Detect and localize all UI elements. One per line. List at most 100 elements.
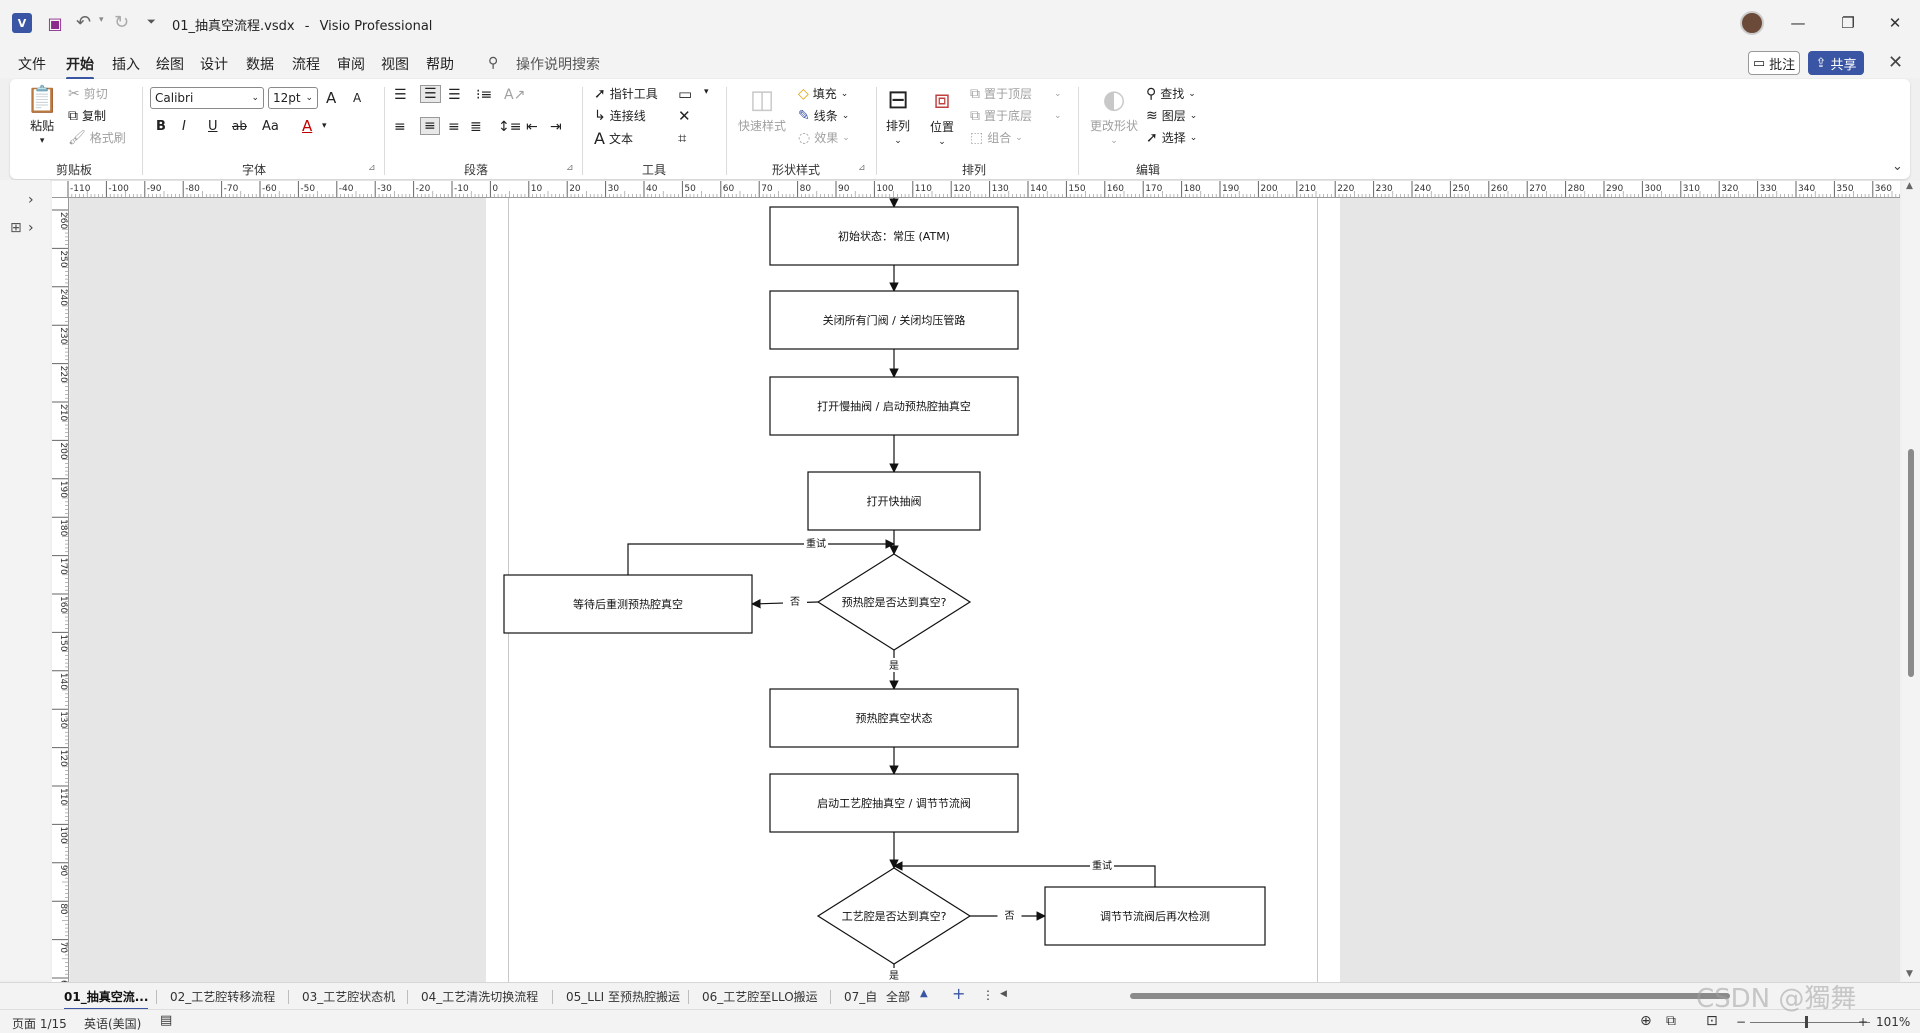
zoom-in-button[interactable]: + [1858, 1015, 1868, 1029]
decrease-indent-icon[interactable]: ⇤ [526, 119, 538, 135]
zoom-out-button[interactable]: − [1736, 1015, 1746, 1029]
crop-icon[interactable]: ⌗ [678, 129, 686, 147]
align-middle-icon[interactable]: ☰ [420, 85, 441, 103]
insert-page-button[interactable]: + [952, 984, 965, 1003]
shrink-font-button[interactable]: A [353, 91, 361, 105]
tab-file[interactable]: 文件 [18, 54, 46, 74]
font-dialog-launcher-icon[interactable]: ⊿ [368, 163, 376, 173]
vertical-scrollbar[interactable]: ▲ ▼ [1902, 181, 1920, 981]
more-options-icon[interactable]: ⋮ [982, 988, 994, 1002]
sheets-menu-up-icon[interactable]: ▲ [920, 988, 928, 999]
paragraph-dialog-launcher-icon[interactable]: ⊿ [566, 163, 574, 173]
tab-help[interactable]: 帮助 [426, 54, 454, 74]
pointer-tool-button[interactable]: ➚ 指针工具 [594, 85, 658, 102]
fit-page-icon[interactable]: ⊕ [1640, 1013, 1652, 1029]
shape-dropdown-icon[interactable]: ▾ [704, 87, 709, 97]
close-shape-icon[interactable]: ✕ [678, 107, 691, 125]
layers-button[interactable]: ≋ 图层 ⌄ [1146, 107, 1197, 124]
tab-insert[interactable]: 插入 [112, 54, 140, 74]
select-button[interactable]: ➚ 选择 ⌄ [1146, 129, 1197, 146]
cut-button[interactable]: ✂ 剪切 [68, 85, 108, 102]
expand-shapes-icon[interactable]: › [28, 192, 34, 208]
quick-styles-button[interactable]: ◫ 快速样式 [738, 85, 786, 134]
align-right-icon[interactable]: ≡ [448, 119, 460, 135]
font-color-button[interactable]: A [302, 117, 312, 135]
sheet-tab[interactable]: 07_自 [844, 988, 877, 1005]
sheet-tab[interactable]: 05_LLI 至预热腔搬运 [566, 988, 680, 1005]
tell-me-search[interactable]: 操作说明搜索 [516, 54, 600, 74]
fill-button[interactable]: ◇ 填充 ⌄ [798, 85, 848, 102]
text-direction-icon[interactable]: A↗ [504, 87, 525, 103]
font-size-select[interactable]: 12pt ⌄ [268, 87, 318, 109]
format-painter-button[interactable]: 🖌 格式刷 [68, 129, 126, 146]
italic-button[interactable]: I [182, 119, 186, 134]
find-button[interactable]: ⚲ 查找 ⌄ [1146, 85, 1196, 102]
bold-button[interactable]: B [156, 119, 166, 134]
horizontal-scroll-thumb[interactable] [1130, 993, 1730, 999]
connector-button[interactable]: ↳ 连接线 [594, 107, 646, 124]
copy-button[interactable]: ⧉ 复制 [68, 107, 106, 124]
comments-button[interactable]: ▭ 批注 [1748, 51, 1800, 75]
underline-button[interactable]: U [208, 119, 218, 134]
collapse-ribbon-icon[interactable]: ⌄ [1892, 159, 1903, 174]
text-tool-button[interactable]: A 文本 [594, 129, 633, 148]
bullets-icon[interactable]: ⁝≡ [476, 87, 492, 103]
customize-quick-access-icon[interactable]: ⏷ [147, 15, 156, 29]
rectangle-shape-icon[interactable]: ▭ [678, 85, 692, 103]
grow-font-button[interactable]: A [326, 89, 336, 107]
sheet-tab[interactable]: 01_抽真空流... [64, 988, 149, 1010]
shape-styles-dialog-launcher-icon[interactable]: ⊿ [858, 163, 866, 173]
tab-view[interactable]: 视图 [381, 54, 409, 74]
share-button[interactable]: ⇪ 共享 [1808, 51, 1864, 75]
align-top-icon[interactable]: ☰ [394, 87, 407, 103]
change-shape-button[interactable]: ◐ 更改形状 ⌄ [1090, 85, 1138, 146]
avatar[interactable] [1740, 11, 1764, 35]
zoom-slider[interactable] [1750, 1022, 1870, 1023]
horizontal-ruler[interactable]: -110 -100 -90 -80 -70 -60 -50 -40 -30 -20 -10 0 10 20… [52, 181, 1900, 198]
minimize-icon[interactable]: — [1775, 8, 1821, 38]
zoom-slider-thumb[interactable] [1805, 1016, 1808, 1028]
tab-review[interactable]: 审阅 [337, 54, 365, 74]
line-button[interactable]: ✎ 线条 ⌄ [798, 107, 849, 124]
scroll-up-icon[interactable]: ▲ [1906, 181, 1913, 191]
language-indicator[interactable]: 英语(美国) [84, 1015, 141, 1032]
align-bottom-icon[interactable]: ☰ [448, 87, 461, 103]
tab-process[interactable]: 流程 [292, 54, 320, 74]
sheet-tab[interactable]: 03_工艺腔状态机 [302, 988, 395, 1005]
paste-button[interactable]: 📋 粘贴 ▾ [26, 85, 58, 146]
close-icon[interactable]: ✕ [1872, 8, 1918, 38]
vertical-ruler[interactable]: 260 250 240 230 220 210 200 190 180 170 160 150 140 1… [52, 198, 69, 982]
connector-line[interactable] [893, 861, 1156, 887]
tab-draw[interactable]: 绘图 [156, 54, 184, 74]
font-family-select[interactable]: Calibri ⌄ [150, 87, 264, 109]
bring-to-front-button[interactable]: ⧉ 置于顶层 ⌄ [970, 85, 1062, 102]
drawing-canvas[interactable]: 初始状态：常压 (ATM) 关闭所有门阀 / 关闭均压管路 打开慢抽阀 / 启动预热… [70, 198, 1900, 982]
line-spacing-icon[interactable]: ↕≡ [498, 119, 521, 135]
redo-icon[interactable]: ↻ [114, 12, 129, 33]
save-icon[interactable]: ▣ [46, 14, 64, 33]
justify-icon[interactable]: ≣ [470, 119, 482, 135]
vertical-scroll-thumb[interactable] [1908, 449, 1914, 677]
strikethrough-button[interactable]: ab [232, 119, 247, 133]
undo-dropdown-icon[interactable]: ▾ [99, 15, 104, 25]
undo-icon[interactable]: ↶ [76, 12, 91, 33]
zoom-level[interactable]: 101% [1876, 1015, 1910, 1029]
tab-data[interactable]: 数据 [246, 54, 274, 74]
shapes-icon[interactable]: ⊞ [10, 220, 22, 236]
align-center-icon[interactable]: ≡ [420, 117, 440, 135]
macro-record-icon[interactable]: ▤ [160, 1013, 172, 1028]
group-button[interactable]: ⬚ 组合 ⌄ [970, 129, 1023, 146]
sheet-tab[interactable]: 06_工艺腔至LLO搬运 [702, 988, 818, 1005]
align-left-icon[interactable]: ≡ [394, 119, 406, 135]
tab-home[interactable]: 开始 [66, 54, 94, 80]
sheet-tab[interactable]: 04_工艺清洗切换流程 [421, 988, 538, 1005]
presentation-mode-icon[interactable]: ⊡ [1706, 1013, 1718, 1029]
close-ribbon-icon[interactable]: ✕ [1888, 52, 1903, 73]
page-number-indicator[interactable]: 页面 1/15 [12, 1015, 67, 1032]
arrange-button[interactable]: ⊟ 排列 ⌄ [886, 85, 910, 146]
effects-button[interactable]: ◌ 效果 ⌄ [798, 129, 850, 146]
restore-icon[interactable]: ❐ [1825, 8, 1871, 38]
tab-design[interactable]: 设计 [200, 54, 228, 74]
font-color-dropdown-icon[interactable]: ▾ [322, 121, 327, 131]
flowchart[interactable]: 初始状态：常压 (ATM) 关闭所有门阀 / 关闭均压管路打开慢抽阀 / 启动预热… [70, 198, 1900, 982]
